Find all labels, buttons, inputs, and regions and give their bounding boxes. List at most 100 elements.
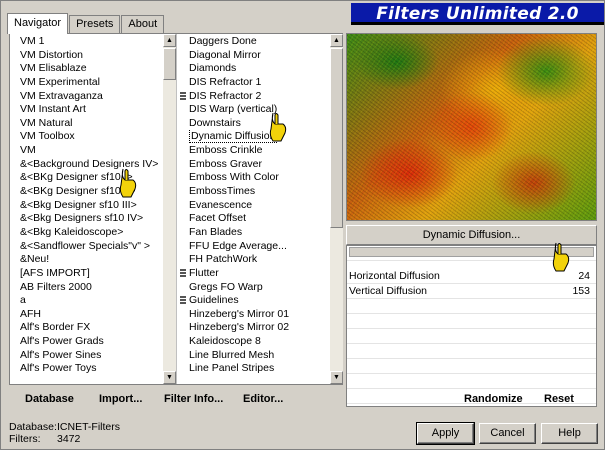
filter-item[interactable]: Gregs FO Warp [177, 281, 329, 295]
category-item[interactable]: AFH [10, 308, 162, 322]
filter-item[interactable]: FH PatchWork [177, 253, 329, 267]
category-item[interactable]: VM Instant Art [10, 103, 162, 117]
filter-item[interactable]: Evanescence [177, 199, 329, 213]
tab-presets[interactable]: Presets [69, 15, 121, 33]
category-list[interactable]: VM 1 VM Distortion VM Elisablaze VM Experim… [10, 34, 176, 384]
reset-button[interactable]: Reset [544, 393, 574, 405]
filter-item-selected[interactable]: Dynamic Diffusion [177, 130, 329, 144]
filter-item-label: Line Panel Stripes [189, 362, 275, 375]
pointing-hand-icon [550, 241, 572, 273]
filter-item[interactable]: Emboss With Color [177, 171, 329, 185]
filter-item[interactable]: Hinzeberg's Mirror 02 [177, 321, 329, 335]
tab-about[interactable]: About [121, 15, 165, 33]
filter-item-label: Daggers Done [189, 35, 257, 47]
filter-item-label: Hinzeberg's Mirror 02 [189, 321, 290, 334]
filter-item-label: EmbossTimes [189, 185, 256, 198]
category-item[interactable]: &<Background Designers IV> [10, 158, 162, 172]
scroll-thumb[interactable] [163, 48, 176, 80]
filter-item-label: Emboss With Color [189, 171, 279, 184]
filter-item[interactable]: Fan Blades [177, 226, 329, 240]
filter-info-button[interactable]: Filter Info... [164, 393, 223, 405]
scroll-thumb[interactable] [330, 48, 343, 228]
parameter-name: Vertical Diffusion [349, 285, 428, 297]
filter-group-icon [180, 296, 186, 305]
category-item[interactable]: &Neu! [10, 253, 162, 267]
filter-item[interactable]: Daggers Done [177, 35, 329, 49]
filter-scrollbar[interactable]: ▲ ▼ [330, 34, 343, 384]
parameter-row-empty [347, 359, 596, 374]
filter-item[interactable]: FFU Edge Average... [177, 240, 329, 254]
filters-label: Filters: [9, 433, 41, 445]
import-button[interactable]: Import... [99, 393, 142, 405]
status-info: Database:ICNET-Filters Filters: 3472 [9, 421, 120, 445]
category-item[interactable]: Alf's Power Grads [10, 335, 162, 349]
filter-item[interactable]: Line Blurred Mesh [177, 349, 329, 363]
category-item[interactable]: VM Natural [10, 117, 162, 131]
filter-item-label: Flutter [189, 266, 219, 279]
pointing-hand-icon [267, 111, 289, 143]
parameter-row-empty [347, 344, 596, 359]
filter-item[interactable]: Flutter [177, 267, 329, 281]
cancel-button[interactable]: Cancel [479, 423, 536, 444]
category-item[interactable]: VM Experimental [10, 76, 162, 90]
filters-count: 3472 [57, 433, 81, 445]
filter-item[interactable]: Guidelines [177, 294, 329, 308]
category-item[interactable]: Alf's Power Toys [10, 362, 162, 376]
filter-item[interactable]: Diagonal Mirror [177, 49, 329, 63]
randomize-button[interactable]: Randomize [464, 393, 523, 405]
scroll-down-button[interactable]: ▼ [163, 371, 176, 384]
filter-item-label: Line Blurred Mesh [189, 348, 275, 361]
filter-group-icon [180, 268, 186, 277]
window-title-banner: Filters Unlimited 2.0 [351, 3, 604, 25]
filter-item-label: Evanescence [189, 198, 253, 211]
filter-item[interactable]: Downstairs [177, 117, 329, 131]
category-item[interactable]: VM Toolbox [10, 130, 162, 144]
filter-item[interactable]: EmbossTimes [177, 185, 329, 199]
category-item[interactable]: &<Bkg Kaleidoscope> [10, 226, 162, 240]
filter-item[interactable]: Emboss Graver [177, 158, 329, 172]
filter-item[interactable]: Hinzeberg's Mirror 01 [177, 308, 329, 322]
category-item[interactable]: &<Sandflower Specials"v" > [10, 240, 162, 254]
filter-item[interactable]: Kaleidoscope 8 [177, 335, 329, 349]
filter-item[interactable]: Diamonds [177, 62, 329, 76]
editor-button[interactable]: Editor... [243, 393, 283, 405]
filter-item[interactable]: Emboss Crinkle [177, 144, 329, 158]
category-item[interactable]: Alf's Border FX [10, 321, 162, 335]
filter-item[interactable]: DIS Warp (vertical) [177, 103, 329, 117]
scroll-down-button[interactable]: ▼ [330, 371, 343, 384]
scroll-up-button[interactable]: ▲ [163, 34, 176, 47]
tab-navigator[interactable]: Navigator [7, 13, 69, 34]
category-item[interactable]: &<BKg Designer sf10 II> [10, 185, 162, 199]
parameter-row-vertical[interactable]: Vertical Diffusion 153 [347, 284, 596, 299]
filter-item-label: DIS Refractor 1 [189, 75, 262, 88]
filter-list[interactable]: Daggers Done Diagonal Mirror Diamonds DIS R… [176, 34, 343, 384]
filter-item[interactable]: DIS Refractor 2 [177, 90, 329, 104]
apply-button[interactable]: Apply [416, 422, 475, 445]
category-scrollbar[interactable]: ▲ ▼ [163, 34, 176, 384]
category-item[interactable]: AB Filters 2000 [10, 281, 162, 295]
filter-item-label: Diamonds [189, 62, 237, 75]
help-button[interactable]: Help [541, 423, 598, 444]
database-button[interactable]: Database [25, 393, 74, 405]
category-item[interactable]: VM Extravaganza [10, 90, 162, 104]
filter-item-label: Dynamic Diffusion [189, 130, 278, 144]
pointing-hand-icon [117, 167, 139, 199]
filter-item-label: Gregs FO Warp [189, 280, 263, 293]
category-item[interactable]: &<Bkg Designer sf10 III> [10, 199, 162, 213]
filter-item[interactable]: Facet Offset [177, 212, 329, 226]
filter-item-label: Kaleidoscope 8 [189, 335, 261, 348]
category-item[interactable]: &<Bkg Designers sf10 IV> [10, 212, 162, 226]
filter-item-label: FH PatchWork [189, 253, 258, 266]
filter-item[interactable]: Line Panel Stripes [177, 362, 329, 376]
category-item[interactable]: &<BKg Designer sf10 I> [10, 171, 162, 185]
category-item[interactable]: VM Distortion [10, 49, 162, 63]
category-item[interactable]: [AFS IMPORT] [10, 267, 162, 281]
category-item[interactable]: VM 1 [10, 35, 162, 49]
filter-item-label: Fan Blades [189, 225, 243, 238]
category-item[interactable]: Alf's Power Sines [10, 349, 162, 363]
scroll-up-button[interactable]: ▲ [330, 34, 343, 47]
category-item[interactable]: a [10, 294, 162, 308]
filter-item[interactable]: DIS Refractor 1 [177, 76, 329, 90]
category-item[interactable]: VM [10, 144, 162, 158]
category-item[interactable]: VM Elisablaze [10, 62, 162, 76]
